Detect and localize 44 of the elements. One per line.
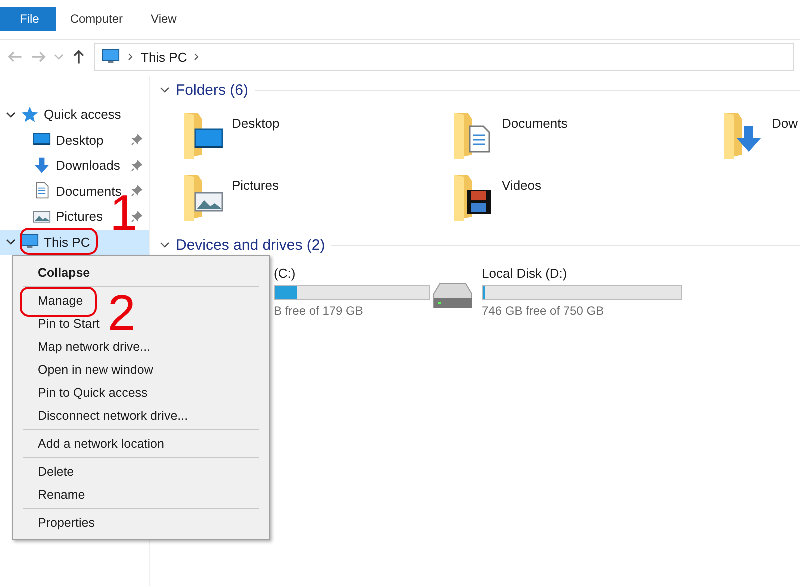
menu-item[interactable]: Disconnect network drive... [38,408,188,422]
nav-item[interactable]: Quick access [44,107,122,122]
free-space-text: B free of 179 GB [274,304,364,318]
group-heading: Devices and drives (2) [176,236,326,254]
menu-item[interactable]: Add a network location [38,436,164,450]
file-menu-button[interactable]: File [0,7,56,31]
chevron-down-icon [54,54,64,60]
folder-name[interactable]: Desktop [232,116,280,131]
drive-name[interactable]: (C:) [274,266,430,281]
ribbon-tab[interactable]: View [137,7,191,31]
ribbon-tab[interactable]: Computer [56,7,138,31]
chevron-right-icon [127,53,135,61]
chevron-down-icon [160,85,170,95]
nav-item[interactable]: Desktop [56,132,104,148]
chevron-right-icon [193,53,202,61]
menu-item[interactable]: Map network drive... [38,340,151,354]
chevron-down-icon [160,240,170,250]
chevron-down-icon [6,237,16,248]
chevron-down-icon [6,110,16,120]
nav-item[interactable]: This PC [44,234,90,250]
nav-item[interactable]: Downloads [56,158,120,174]
folder-name[interactable]: Dow [772,116,798,131]
folder-name[interactable]: Pictures [232,178,279,193]
address-bar[interactable]: This PC [94,43,794,71]
folder-name[interactable]: Documents [502,116,568,131]
computer-icon [20,233,40,252]
free-space-text: 746 GB free of 750 GB [482,304,606,318]
menu-item[interactable]: Rename [38,488,86,502]
down-arrow-icon [32,156,52,175]
menu-item[interactable]: Manage [38,294,84,308]
menu-item[interactable]: Open in new window [38,362,154,376]
computer-icon [101,48,121,66]
folder-name[interactable]: Videos [502,178,542,193]
nav-item[interactable]: Pictures [56,209,103,224]
menu-item[interactable]: Collapse [38,266,90,280]
menu-item[interactable]: Delete [38,464,74,478]
star-icon [20,106,40,124]
step-number: 2 [108,288,136,338]
breadcrumb[interactable]: This PC [141,50,188,64]
drive-name[interactable]: Local Disk (D:) [482,266,682,281]
menu-item[interactable]: Properties [38,516,95,530]
menu-item[interactable]: Pin to Quick access [38,386,148,400]
group-heading: Folders (6) [176,82,249,98]
menu-item[interactable]: Pin to Start [38,316,100,330]
